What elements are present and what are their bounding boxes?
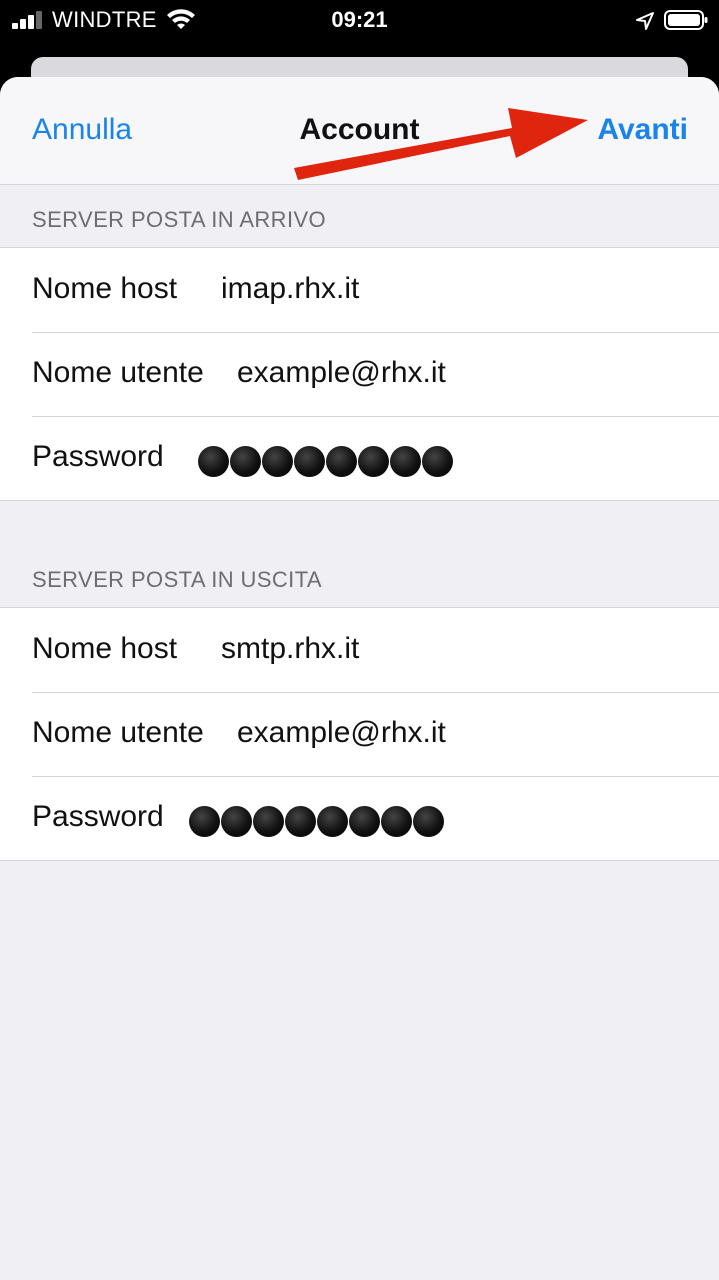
incoming-password-row[interactable]: Password (0, 416, 719, 500)
outgoing-host-label: Nome host (32, 632, 178, 665)
incoming-user-label: Nome utente (32, 356, 204, 389)
outgoing-password-row[interactable]: Password (0, 776, 719, 860)
password-mask-dot (198, 446, 229, 477)
outgoing-user-row[interactable]: Nome utente example@rhx.it (0, 692, 719, 776)
next-button[interactable]: Avanti (597, 113, 688, 147)
outgoing-user-label: Nome utente (32, 716, 204, 749)
password-mask-dot (349, 806, 380, 837)
incoming-user-row[interactable]: Nome utente example@rhx.it (0, 332, 719, 416)
incoming-server-group: Nome host imap.rhx.it Nome utente exampl… (0, 247, 719, 501)
incoming-host-row[interactable]: Nome host imap.rhx.it (0, 248, 719, 332)
password-mask-dot (253, 806, 284, 837)
outgoing-host-row[interactable]: Nome host smtp.rhx.it (0, 608, 719, 692)
password-mask-dot (262, 446, 293, 477)
status-bar: WINDTRE 09:21 (0, 0, 719, 40)
incoming-server-header: SERVER POSTA IN ARRIVO (32, 207, 327, 232)
password-mask-dot (230, 446, 261, 477)
red-arrow-icon (294, 108, 588, 180)
password-mask-dot (221, 806, 252, 837)
incoming-user-field[interactable]: example@rhx.it (237, 356, 446, 390)
account-sheet: Annulla Account Avanti SERVER POSTA IN A… (0, 77, 719, 1280)
incoming-host-field[interactable]: imap.rhx.it (221, 272, 359, 306)
location-arrow-icon (636, 12, 654, 30)
password-mask-dot (317, 806, 348, 837)
outgoing-password-field[interactable] (189, 806, 444, 837)
password-mask-dot (422, 446, 453, 477)
password-mask-dot (189, 806, 220, 837)
battery-icon (664, 10, 708, 30)
password-mask-dot (381, 806, 412, 837)
password-mask-dot (358, 446, 389, 477)
password-mask-dot (294, 446, 325, 477)
password-mask-dot (413, 806, 444, 837)
outgoing-server-group: Nome host smtp.rhx.it Nome utente exampl… (0, 607, 719, 861)
outgoing-user-field[interactable]: example@rhx.it (237, 716, 446, 750)
incoming-password-label: Password (32, 440, 164, 473)
incoming-host-label: Nome host (32, 272, 178, 305)
password-mask-dot (326, 446, 357, 477)
outgoing-host-field[interactable]: smtp.rhx.it (221, 632, 359, 666)
outgoing-server-header: SERVER POSTA IN USCITA (32, 567, 322, 592)
outgoing-password-label: Password (32, 800, 164, 833)
password-mask-dot (390, 446, 421, 477)
incoming-password-field[interactable] (198, 446, 453, 477)
clock: 09:21 (331, 7, 388, 32)
password-mask-dot (285, 806, 316, 837)
screen: WINDTRE 09:21 Annulla Account Avanti SER… (0, 0, 719, 1280)
